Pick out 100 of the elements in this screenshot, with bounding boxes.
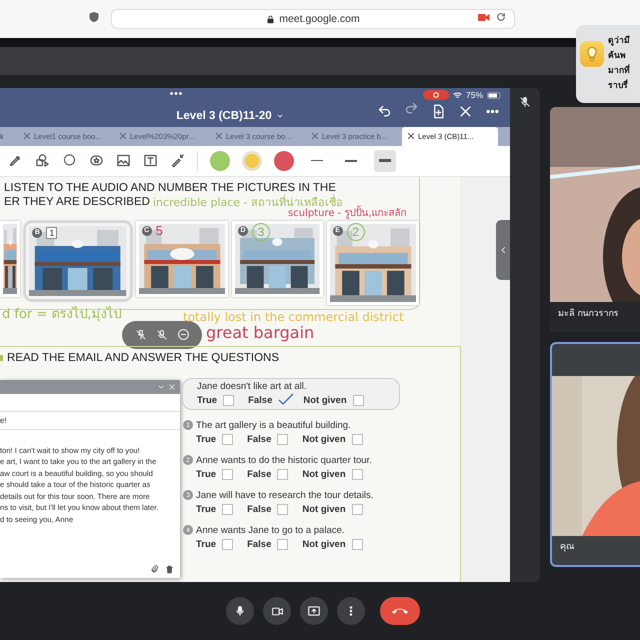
mic-button[interactable] bbox=[226, 597, 254, 625]
pin-off-icon[interactable] bbox=[134, 328, 146, 341]
close-icon bbox=[168, 382, 176, 391]
handwritten-note: totally lost in the commercial district bbox=[183, 310, 404, 323]
answer-checkbox[interactable] bbox=[352, 504, 363, 515]
image-icon[interactable] bbox=[116, 153, 131, 168]
present-screen-icon bbox=[307, 604, 321, 618]
option-label: False bbox=[247, 434, 272, 445]
answer-checkbox[interactable] bbox=[277, 504, 288, 515]
option-label: False bbox=[247, 538, 272, 550]
handwritten-note: d for = ตรงไป,มุ่งไป bbox=[2, 308, 122, 321]
option-label: Not given bbox=[302, 468, 346, 480]
option-label: Not given bbox=[303, 394, 347, 406]
recording-indicator bbox=[422, 90, 449, 100]
reload-icon[interactable] bbox=[496, 12, 506, 22]
answer-checkbox[interactable] bbox=[222, 468, 234, 480]
exercise-heading: READ THE EMAIL AND ANSWER THE QUESTIONS bbox=[7, 352, 280, 364]
color-swatch[interactable] bbox=[210, 150, 230, 171]
answer-number: 5 bbox=[156, 222, 163, 238]
paperclip-icon bbox=[150, 565, 159, 574]
video-camera-icon bbox=[270, 604, 284, 618]
answer-checkbox[interactable] bbox=[352, 538, 363, 550]
hang-up-icon bbox=[392, 607, 408, 615]
document-title[interactable]: Level 3 (CB)11-20 bbox=[176, 110, 284, 122]
answer-number: 2 bbox=[346, 222, 365, 241]
answer-checkbox[interactable] bbox=[277, 538, 288, 550]
close-icon bbox=[312, 133, 318, 140]
answer-checkbox[interactable] bbox=[222, 434, 234, 445]
end-call-button[interactable] bbox=[380, 597, 420, 625]
answer-checkbox[interactable] bbox=[352, 468, 363, 480]
shield-icon[interactable] bbox=[88, 11, 100, 23]
option-label: False bbox=[247, 468, 272, 480]
wifi-icon bbox=[452, 92, 462, 98]
color-swatch[interactable] bbox=[242, 150, 262, 171]
option-label: True bbox=[196, 468, 216, 480]
handwritten-note: great bargain bbox=[206, 324, 314, 341]
more-button[interactable] bbox=[337, 597, 365, 625]
close-icon[interactable] bbox=[458, 104, 473, 119]
participant-tile[interactable]: มะลิ กนกวรากร bbox=[550, 107, 640, 332]
add-page-icon[interactable] bbox=[431, 104, 446, 119]
answer-checkbox[interactable] bbox=[277, 468, 288, 480]
answer-number: 1 bbox=[46, 226, 58, 239]
answer-checkbox[interactable] bbox=[222, 538, 234, 550]
address-bar[interactable]: meet.google.com bbox=[111, 9, 515, 29]
minus-circle-icon[interactable] bbox=[176, 328, 190, 342]
trash-icon bbox=[165, 565, 174, 574]
close-icon bbox=[24, 133, 30, 140]
option-label: Not given bbox=[302, 538, 346, 550]
close-icon bbox=[120, 133, 126, 140]
url-text: meet.google.com bbox=[279, 13, 360, 25]
question-text: Jane doesn't like art at all. bbox=[197, 380, 308, 392]
notification-text: ดูว่ามี bbox=[608, 34, 630, 48]
battery-percent: 75% bbox=[466, 90, 483, 100]
answer-checkbox[interactable] bbox=[352, 434, 363, 445]
option-label: Not given bbox=[302, 434, 346, 445]
option-label: False bbox=[247, 504, 272, 515]
answer-checkbox[interactable] bbox=[223, 394, 234, 406]
present-button[interactable] bbox=[300, 597, 328, 625]
exercise-heading: LISTEN TO THE AUDIO AND NUMBER THE PICTURES IN THE bbox=[4, 180, 336, 194]
close-icon bbox=[408, 133, 414, 140]
participant-tile[interactable]: คุณ bbox=[550, 342, 640, 567]
exercise-heading: ER THEY ARE DESCRIBED bbox=[4, 194, 150, 209]
answer-checkbox[interactable] bbox=[352, 394, 364, 406]
lock-icon bbox=[266, 14, 276, 24]
collapse-handle[interactable] bbox=[496, 220, 510, 280]
option-label: Not given bbox=[302, 504, 346, 515]
lasso-icon[interactable] bbox=[62, 153, 77, 168]
highlighter-icon[interactable] bbox=[8, 153, 23, 168]
microphone-off-icon bbox=[519, 96, 531, 108]
sticker-icon[interactable] bbox=[89, 153, 104, 168]
color-swatch[interactable] bbox=[274, 150, 294, 171]
line-width-option[interactable] bbox=[374, 150, 396, 172]
video-camera-icon[interactable] bbox=[478, 12, 490, 22]
camera-button[interactable] bbox=[263, 597, 291, 625]
option-label: True bbox=[197, 394, 218, 406]
notification-text: ค้นพ bbox=[608, 49, 627, 62]
microphone-icon bbox=[234, 605, 246, 617]
answer-checkbox[interactable] bbox=[222, 504, 234, 515]
undo-icon[interactable] bbox=[377, 104, 392, 119]
notification-text: ราบรื่ bbox=[608, 78, 629, 92]
chevron-left-icon bbox=[498, 244, 508, 256]
option-label: True bbox=[196, 434, 216, 445]
participant-name: มะลิ กนกวรากร bbox=[558, 307, 619, 320]
option-label: False bbox=[248, 394, 272, 406]
answer-checkbox[interactable] bbox=[277, 434, 288, 445]
battery-icon bbox=[487, 92, 502, 98]
email-subject: e! bbox=[0, 416, 7, 425]
text-box-icon[interactable] bbox=[143, 153, 158, 168]
notification[interactable]: ดูว่ามี ค้นพ มากที่ ราบรื่ bbox=[576, 25, 640, 103]
drag-handle-icon[interactable] bbox=[170, 92, 182, 95]
microphone-off-icon[interactable] bbox=[156, 328, 168, 341]
laser-pointer-icon[interactable] bbox=[170, 153, 185, 168]
redo-icon[interactable] bbox=[404, 101, 419, 116]
answer-number: 3 bbox=[252, 222, 270, 241]
notification-text: มากที่ bbox=[608, 63, 630, 77]
option-label: True bbox=[196, 538, 216, 550]
shapes-icon[interactable] bbox=[35, 153, 50, 168]
participant-name: คุณ bbox=[560, 540, 574, 553]
close-icon bbox=[216, 133, 222, 140]
handwritten-note: incredible place - สถานที่น่าเหลือเชื่อ bbox=[153, 196, 344, 208]
